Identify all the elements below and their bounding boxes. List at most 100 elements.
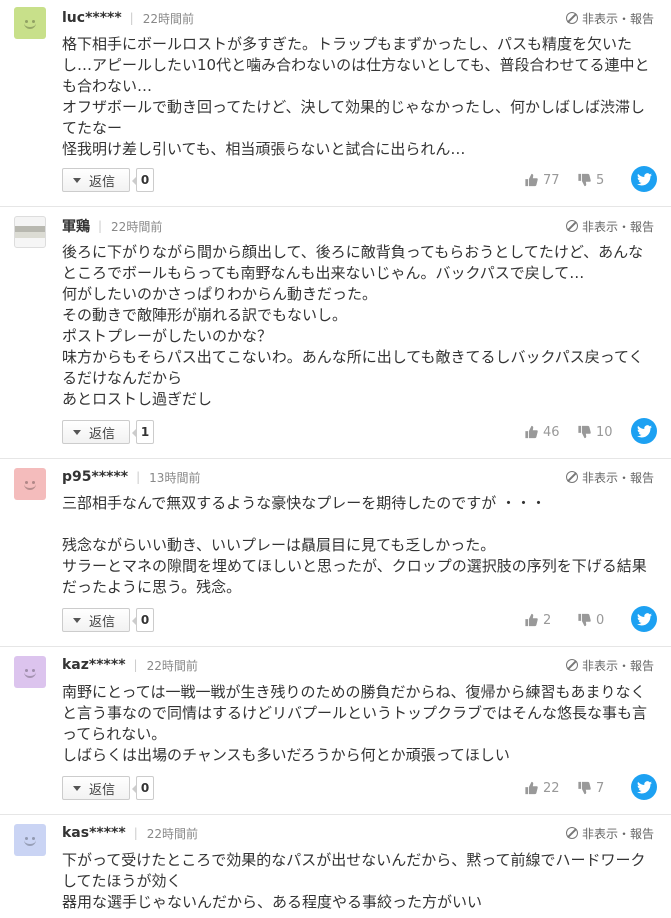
like-button[interactable]: 77 <box>524 170 560 190</box>
ban-icon <box>565 659 578 671</box>
reply-button[interactable]: 返信 <box>62 168 130 192</box>
comment-text: 南野にとっては一戦一戦が生き残りのための勝負だからね、復帰から練習もあまりなくと… <box>62 683 648 764</box>
username[interactable]: kaz***** <box>62 657 126 673</box>
comment-text: 後ろに下がりながら間から顔出して、後ろに敵背負ってもらおうとしてたけど、あんなと… <box>62 243 644 408</box>
like-count: 22 <box>543 780 560 796</box>
like-count: 46 <box>543 424 560 440</box>
comment-text: 三部相手なんで無双するような豪快なプレーを期待したのですが ・・・ 残念ながらい… <box>62 494 647 596</box>
timestamp: 22時間前 <box>146 658 198 673</box>
timestamp: 13時間前 <box>149 470 201 485</box>
reply-count: 0 <box>132 776 154 800</box>
separator: | <box>129 11 134 25</box>
username[interactable]: 軍鶏 <box>62 216 90 236</box>
reply-count: 0 <box>132 608 154 632</box>
comment-text: 下がって受けたところで効果的なパスが出せないんだから、黙って前線でハードワークし… <box>62 851 646 911</box>
reply-count: 0 <box>132 168 154 192</box>
separator: | <box>98 219 103 233</box>
username[interactable]: luc***** <box>62 10 122 26</box>
timestamp: 22時間前 <box>142 11 194 26</box>
avatar[interactable] <box>14 468 46 500</box>
comment-header: kaz***** | 22時間前 <box>62 655 198 675</box>
reply-button[interactable]: 返信 <box>62 420 130 444</box>
thumbs-down-icon <box>578 173 591 187</box>
ban-icon <box>565 220 578 232</box>
comment-item: 軍鶏 | 22時間前 非表示・報告 後ろに下がりながら間から顔出して、後ろに敵背… <box>0 206 671 458</box>
avatar[interactable] <box>14 216 46 248</box>
thumbs-up-icon <box>525 425 538 439</box>
reply-label: 返信 <box>89 426 116 442</box>
comment-header: p95***** | 13時間前 <box>62 467 200 487</box>
comment-actions: 返信 0 22 7 <box>0 774 671 802</box>
hide-report-link[interactable]: 非表示・報告 <box>565 655 654 675</box>
ban-icon <box>565 12 578 24</box>
comment-header: luc***** | 22時間前 <box>62 8 194 28</box>
comment-header: 軍鶏 | 22時間前 <box>62 216 162 236</box>
comment-actions: 返信 1 46 10 <box>0 418 671 446</box>
timestamp: 22時間前 <box>111 219 163 234</box>
dislike-button[interactable]: 0 <box>577 610 604 630</box>
thumbs-down-icon <box>578 613 591 627</box>
comment-actions: 返信 0 77 5 <box>0 166 671 194</box>
ban-icon <box>565 827 578 839</box>
twitter-bird-icon <box>636 612 652 625</box>
reply-button[interactable]: 返信 <box>62 776 130 800</box>
comment-item: kas***** | 22時間前 非表示・報告 下がって受けたところで効果的なパ… <box>0 814 671 918</box>
like-button[interactable]: 46 <box>524 422 560 442</box>
comment-item: p95***** | 13時間前 非表示・報告 三部相手なんで無双するような豪快… <box>0 458 671 646</box>
dislike-count: 7 <box>596 780 605 796</box>
hide-report-link[interactable]: 非表示・報告 <box>565 467 654 487</box>
thumbs-up-icon <box>525 173 538 187</box>
dislike-button[interactable]: 7 <box>577 778 604 798</box>
comment-item: kaz***** | 22時間前 非表示・報告 南野にとっては一戦一戦が生き残り… <box>0 646 671 814</box>
twitter-share-button[interactable] <box>631 418 657 444</box>
timestamp: 22時間前 <box>146 826 199 841</box>
thumbs-up-icon <box>525 613 538 627</box>
hide-report-label: 非表示・報告 <box>581 826 654 841</box>
chevron-down-icon <box>73 617 81 623</box>
reply-button[interactable]: 返信 <box>62 608 130 632</box>
twitter-bird-icon <box>636 424 652 437</box>
comment-item: luc***** | 22時間前 非表示・報告 格下相手にボールロストが多すぎた… <box>0 0 671 206</box>
username[interactable]: p95***** <box>62 469 128 485</box>
dislike-count: 10 <box>596 424 613 440</box>
avatar[interactable] <box>14 656 46 688</box>
hide-report-label: 非表示・報告 <box>581 658 654 673</box>
dislike-button[interactable]: 5 <box>577 170 604 190</box>
hide-report-link[interactable]: 非表示・報告 <box>565 8 654 28</box>
dislike-button[interactable]: 10 <box>577 422 613 442</box>
like-button[interactable]: 2 <box>524 610 551 630</box>
twitter-share-button[interactable] <box>631 774 657 800</box>
avatar[interactable] <box>14 824 46 856</box>
twitter-share-button[interactable] <box>631 606 657 632</box>
reply-label: 返信 <box>89 782 116 798</box>
twitter-bird-icon <box>636 172 652 185</box>
twitter-bird-icon <box>636 780 652 793</box>
hide-report-label: 非表示・報告 <box>581 219 654 234</box>
like-button[interactable]: 22 <box>524 778 560 798</box>
separator: | <box>133 826 138 840</box>
reply-count: 1 <box>132 420 154 444</box>
thumbs-up-icon <box>525 781 538 795</box>
reply-label: 返信 <box>89 614 116 630</box>
separator: | <box>133 658 138 672</box>
comment-header: kas***** | 22時間前 <box>62 823 198 843</box>
like-count: 77 <box>543 172 560 188</box>
comment-actions: 返信 0 2 0 <box>0 606 671 634</box>
reply-label: 返信 <box>89 174 116 190</box>
hide-report-label: 非表示・報告 <box>581 11 654 26</box>
thumbs-down-icon <box>578 425 591 439</box>
hide-report-link[interactable]: 非表示・報告 <box>565 216 654 236</box>
like-count: 2 <box>543 612 552 628</box>
thumbs-down-icon <box>578 781 591 795</box>
username[interactable]: kas***** <box>62 825 126 841</box>
twitter-share-button[interactable] <box>631 166 657 192</box>
chevron-down-icon <box>73 177 81 183</box>
chevron-down-icon <box>73 785 81 791</box>
chevron-down-icon <box>73 429 81 435</box>
comment-text: 格下相手にボールロストが多すぎた。トラップもまずかったし、パスも精度を欠いたし…… <box>62 35 650 158</box>
hide-report-link[interactable]: 非表示・報告 <box>565 823 654 843</box>
dislike-count: 0 <box>596 612 605 628</box>
dislike-count: 5 <box>596 172 605 188</box>
separator: | <box>136 470 141 484</box>
avatar[interactable] <box>14 7 46 39</box>
